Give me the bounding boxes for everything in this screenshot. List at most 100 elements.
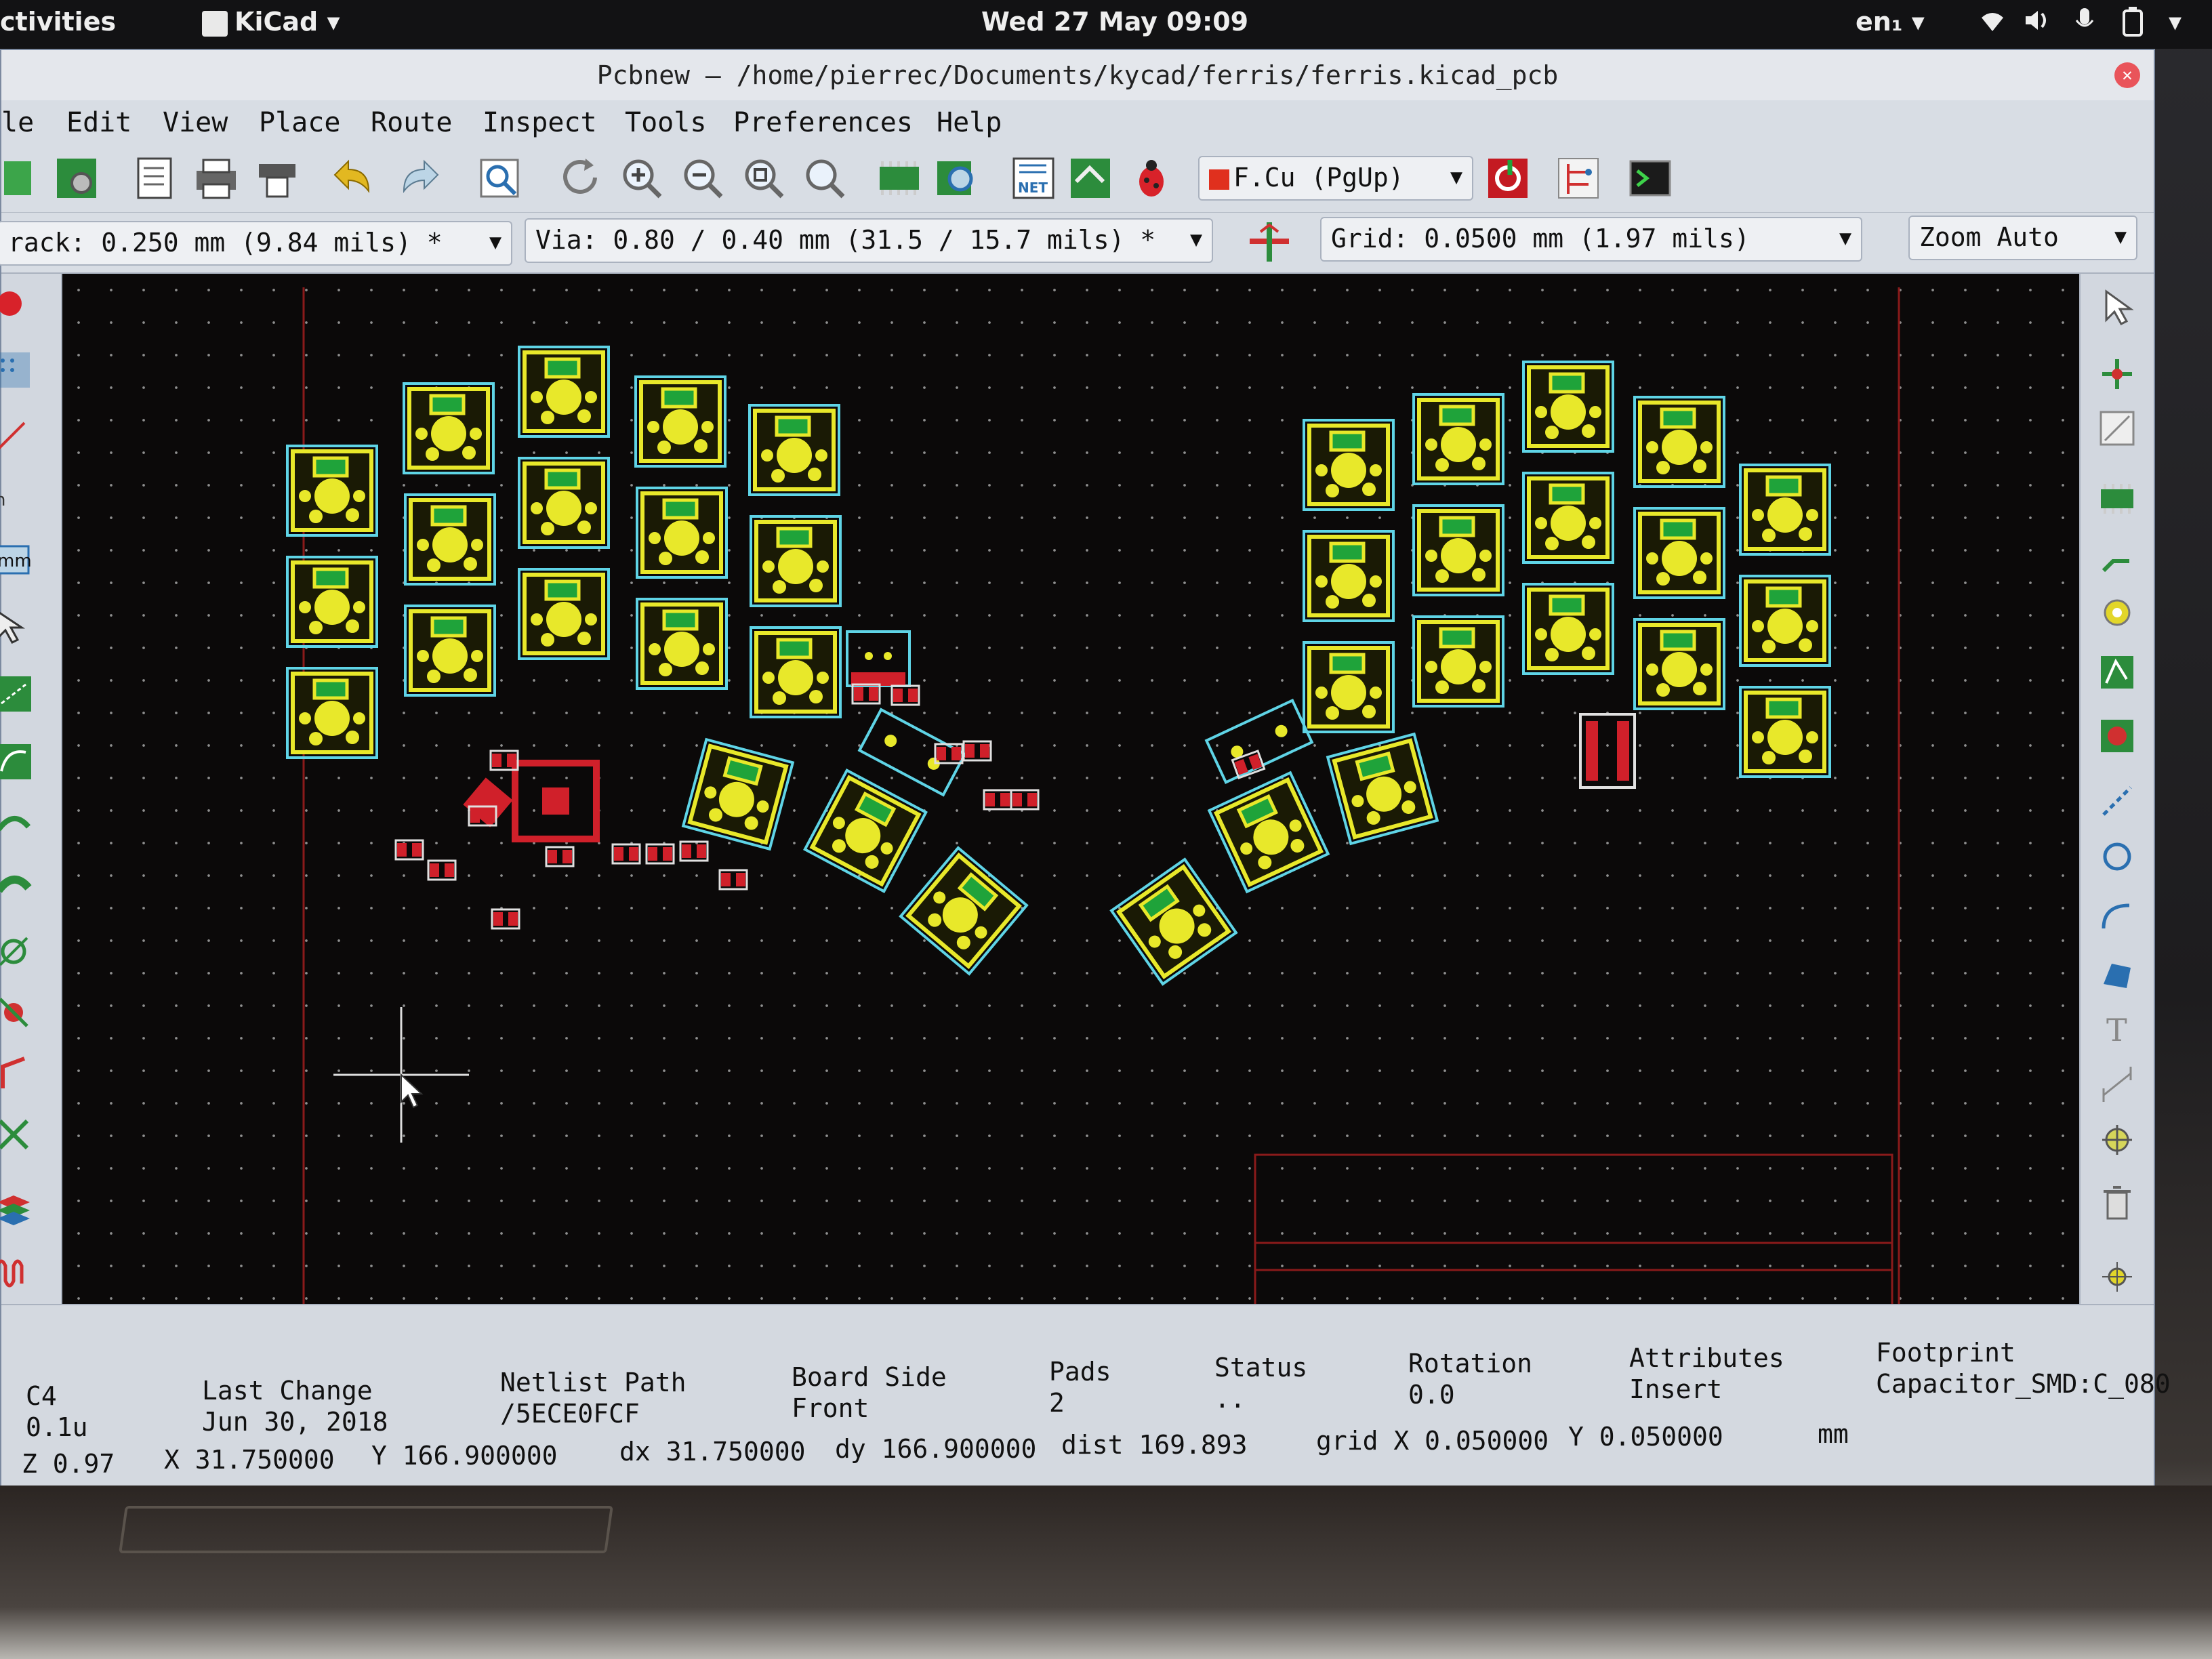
- smd-component-footprint[interactable]: [962, 740, 992, 762]
- smd-component-footprint[interactable]: [645, 843, 675, 865]
- zoom-fit-icon[interactable]: [740, 155, 787, 202]
- key-switch-footprint[interactable]: [803, 769, 928, 893]
- menu-place[interactable]: Place: [259, 107, 340, 138]
- key-switch-footprint[interactable]: [403, 382, 495, 474]
- set-origin-icon[interactable]: [2097, 1256, 2137, 1297]
- keyboard-layout-indicator[interactable]: en₁ ▾: [1856, 7, 1925, 37]
- add-keepout-icon[interactable]: [2097, 716, 2137, 756]
- via-sketch-icon[interactable]: [0, 992, 34, 1033]
- key-switch-footprint[interactable]: [286, 445, 378, 537]
- menu-tools[interactable]: Tools: [625, 107, 706, 138]
- key-switch-footprint[interactable]: [636, 598, 728, 690]
- drc-marker-icon[interactable]: [0, 283, 30, 324]
- add-target-icon[interactable]: [2097, 1120, 2137, 1160]
- key-switch-footprint[interactable]: [1739, 686, 1831, 778]
- reset-switch-footprint[interactable]: [857, 708, 967, 797]
- key-switch-footprint[interactable]: [1109, 857, 1238, 986]
- key-switch-footprint[interactable]: [1303, 419, 1395, 511]
- key-switch-footprint[interactable]: [286, 556, 378, 648]
- menu-route[interactable]: Route: [371, 107, 452, 138]
- plot-icon[interactable]: [253, 155, 301, 202]
- key-switch-footprint[interactable]: [1412, 393, 1504, 485]
- add-footprint-icon[interactable]: [2097, 478, 2137, 519]
- smd-component-footprint[interactable]: [427, 859, 457, 881]
- redo-icon[interactable]: [394, 155, 442, 202]
- key-switch-footprint[interactable]: [1739, 464, 1831, 556]
- menu-edit[interactable]: Edit: [66, 107, 131, 138]
- add-arc-icon[interactable]: [2097, 897, 2137, 938]
- polar-coords-icon[interactable]: [0, 416, 31, 457]
- add-polygon-icon[interactable]: [2097, 954, 2137, 995]
- key-switch-footprint[interactable]: [1303, 641, 1395, 733]
- footprint-browser-icon[interactable]: [933, 155, 981, 202]
- board-setup-icon[interactable]: [53, 155, 100, 202]
- smd-component-footprint[interactable]: [611, 843, 641, 865]
- key-switch-footprint[interactable]: [1207, 771, 1330, 894]
- add-dimension-icon[interactable]: [2097, 1064, 2137, 1105]
- smd-component-footprint[interactable]: [545, 846, 575, 867]
- smd-component-footprint[interactable]: [718, 869, 748, 890]
- volume-icon[interactable]: [2023, 7, 2053, 40]
- key-switch-footprint[interactable]: [1412, 504, 1504, 596]
- footprint-editor-icon[interactable]: [876, 155, 923, 202]
- system-menu-chevron-icon[interactable]: ▾: [2169, 7, 2182, 37]
- smd-component-footprint[interactable]: [890, 684, 920, 706]
- key-switch-footprint[interactable]: [1522, 583, 1614, 675]
- curved-ratsnest-icon[interactable]: [0, 741, 34, 782]
- zoom-out-icon[interactable]: [679, 155, 726, 202]
- activities-button[interactable]: ctivities: [0, 7, 116, 37]
- key-switch-footprint[interactable]: [518, 568, 610, 660]
- cursor-shape-icon[interactable]: [0, 605, 31, 645]
- smd-component-footprint[interactable]: [489, 750, 519, 771]
- pcb-canvas[interactable]: [62, 274, 2081, 1304]
- mcu-footprint[interactable]: [512, 760, 600, 842]
- menu-preferences[interactable]: Preferences: [733, 107, 913, 138]
- zoom-selection-icon[interactable]: [801, 155, 848, 202]
- add-text-icon[interactable]: T: [2097, 1008, 2137, 1049]
- grid-toggle-icon[interactable]: [0, 350, 33, 390]
- update-pcb-icon[interactable]: [1067, 155, 1114, 202]
- layers-manager-icon[interactable]: [0, 1189, 34, 1229]
- key-switch-footprint[interactable]: [681, 737, 795, 851]
- key-switch-footprint[interactable]: [1303, 530, 1395, 622]
- zoom-select[interactable]: Zoom Auto ▼: [1908, 216, 2137, 260]
- key-switch-footprint[interactable]: [1326, 732, 1439, 846]
- menu-file[interactable]: le: [1, 107, 34, 138]
- pad-sketch-icon[interactable]: [0, 931, 34, 972]
- key-switch-footprint[interactable]: [518, 346, 610, 438]
- print-icon[interactable]: [192, 155, 240, 202]
- microphone-icon[interactable]: [2072, 7, 2097, 40]
- menu-inspect[interactable]: Inspect: [483, 107, 597, 138]
- smd-component-footprint[interactable]: [394, 839, 424, 861]
- zoom-in-icon[interactable]: [618, 155, 665, 202]
- smd-component-footprint[interactable]: [983, 789, 1012, 811]
- key-switch-footprint[interactable]: [634, 375, 726, 468]
- track-width-select[interactable]: rack: 0.250 mm (9.84 mils) * ▼: [0, 221, 512, 266]
- delete-tool-icon[interactable]: [2097, 1182, 2137, 1223]
- show-zones-icon[interactable]: [0, 802, 34, 843]
- ratsnest-icon[interactable]: [0, 674, 34, 714]
- units-mm-icon[interactable]: mm: [0, 539, 32, 580]
- add-via-icon[interactable]: [2097, 592, 2137, 633]
- page-settings-icon[interactable]: [131, 155, 179, 202]
- microwave-tools-icon[interactable]: [0, 1250, 34, 1290]
- key-switch-footprint[interactable]: [750, 515, 842, 607]
- menu-help[interactable]: Help: [937, 107, 1002, 138]
- key-switch-footprint[interactable]: [1522, 472, 1614, 564]
- select-tool-icon[interactable]: [2097, 286, 2137, 327]
- menu-view[interactable]: View: [163, 107, 228, 138]
- layer-pair-icon[interactable]: [1484, 155, 1532, 202]
- interconnect-footprint[interactable]: [1579, 713, 1636, 789]
- key-switch-footprint[interactable]: [1739, 575, 1831, 667]
- battery-icon[interactable]: [2121, 7, 2144, 43]
- kicad-app-menu[interactable]: KiCad ▾: [202, 7, 340, 37]
- add-zone-icon[interactable]: [2097, 652, 2137, 693]
- key-switch-footprint[interactable]: [1412, 615, 1504, 708]
- key-switch-footprint[interactable]: [404, 493, 496, 586]
- key-switch-footprint[interactable]: [1633, 396, 1725, 488]
- scripting-icon[interactable]: [1555, 155, 1602, 202]
- smd-component-footprint[interactable]: [491, 908, 520, 930]
- key-switch-footprint[interactable]: [518, 457, 610, 549]
- key-switch-footprint[interactable]: [748, 404, 840, 496]
- close-icon[interactable]: ✕: [2114, 62, 2140, 88]
